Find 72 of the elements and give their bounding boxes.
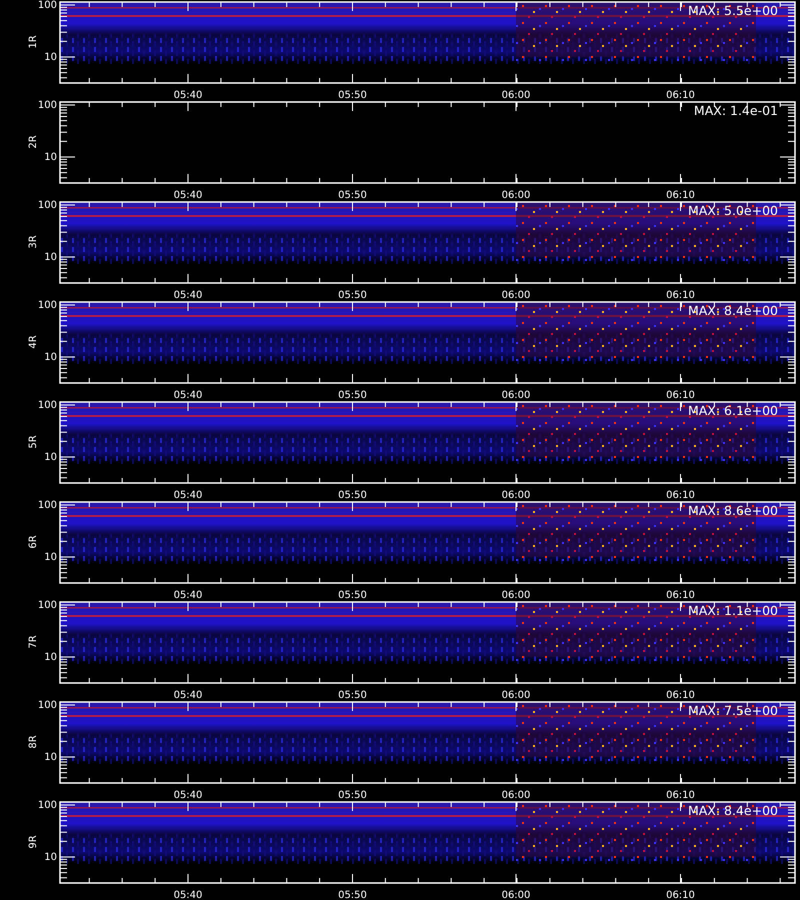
x-tick-label: 06:00 [502, 590, 530, 601]
y-tick-label: 100 [38, 300, 57, 311]
y-tick-label: 10 [44, 252, 57, 263]
x-tick-label: 06:10 [666, 390, 695, 401]
max-label: MAX: 5.0e+00 [688, 203, 778, 218]
axis-label: 2R [28, 135, 39, 149]
y-tick-label: 10 [44, 352, 57, 363]
y-tick-label: 100 [38, 200, 57, 211]
y-tick-label: 100 [38, 600, 57, 611]
x-tick-label: 05:50 [338, 690, 367, 701]
max-label: MAX: 1.4e-01 [694, 103, 778, 118]
x-tick-label: 05:40 [174, 590, 202, 601]
x-tick-label: 05:40 [174, 190, 202, 201]
x-tick-label: 06:10 [666, 490, 695, 501]
y-tick-label: 100 [38, 400, 57, 411]
y-tick-label: 100 [38, 800, 57, 811]
y-tick-label: 10 [44, 752, 57, 763]
max-label: MAX: 8.6e+00 [688, 503, 778, 518]
axis-label: 6R [28, 535, 39, 549]
x-tick-label: 06:00 [502, 790, 530, 801]
x-tick-label: 05:40 [174, 290, 202, 301]
axis-label: 5R [28, 435, 39, 449]
x-tick-label: 06:10 [666, 690, 695, 701]
axis-label: 9R [28, 835, 39, 849]
y-tick-label: 10 [44, 652, 57, 663]
x-tick-label: 05:50 [338, 190, 367, 201]
max-label: MAX: 7.5e+00 [688, 703, 778, 718]
y-tick-label: 10 [44, 852, 57, 863]
x-tick-label: 06:00 [502, 690, 530, 701]
x-tick-label: 05:50 [338, 490, 367, 501]
x-tick-label: 05:40 [174, 790, 202, 801]
x-tick-label: 06:10 [666, 290, 695, 301]
y-tick-label: 10 [44, 152, 57, 163]
x-tick-label: 06:00 [502, 190, 530, 201]
x-tick-label: 05:50 [338, 90, 367, 101]
y-tick-label: 10 [44, 552, 57, 563]
x-tick-label: 05:50 [338, 790, 367, 801]
y-tick-label: 10 [44, 452, 57, 463]
axis-label: 1R [28, 35, 39, 49]
axis-label: 7R [28, 635, 39, 649]
x-tick-label: 06:10 [666, 190, 695, 201]
y-tick-label: 100 [38, 700, 57, 711]
y-tick-label: 10 [44, 52, 57, 63]
x-tick-label: 06:00 [502, 90, 530, 101]
x-tick-label: 06:00 [502, 290, 530, 301]
x-tick-label: 05:50 [338, 890, 367, 900]
x-tick-label: 06:10 [666, 90, 695, 101]
axis-label: 4R [28, 335, 39, 349]
x-tick-label: 06:10 [666, 790, 695, 801]
x-tick-label: 05:50 [338, 390, 367, 401]
axis-label: 8R [28, 735, 39, 749]
y-tick-label: 100 [38, 0, 57, 11]
x-tick-label: 05:40 [174, 390, 202, 401]
x-tick-label: 05:50 [338, 290, 367, 301]
max-label: MAX: 6.1e+00 [688, 403, 778, 418]
y-tick-label: 100 [38, 500, 57, 511]
x-tick-label: 05:40 [174, 690, 202, 701]
max-label: MAX: 8.4e+00 [688, 803, 778, 818]
x-tick-label: 05:40 [174, 490, 202, 501]
x-tick-label: 06:10 [666, 590, 695, 601]
max-label: MAX: 8.4e+00 [688, 303, 778, 318]
max-label: MAX: 5.5e+00 [688, 3, 778, 18]
x-tick-label: 06:00 [502, 890, 530, 900]
max-label: MAX: 1.1e+00 [688, 603, 778, 618]
x-tick-label: 06:00 [502, 390, 530, 401]
y-tick-label: 100 [38, 100, 57, 111]
axis-label: 3R [28, 235, 39, 249]
x-tick-label: 05:40 [174, 890, 202, 900]
x-tick-label: 05:40 [174, 90, 202, 101]
x-tick-label: 06:00 [502, 490, 530, 501]
x-tick-label: 06:10 [666, 890, 695, 900]
x-tick-label: 05:50 [338, 590, 367, 601]
